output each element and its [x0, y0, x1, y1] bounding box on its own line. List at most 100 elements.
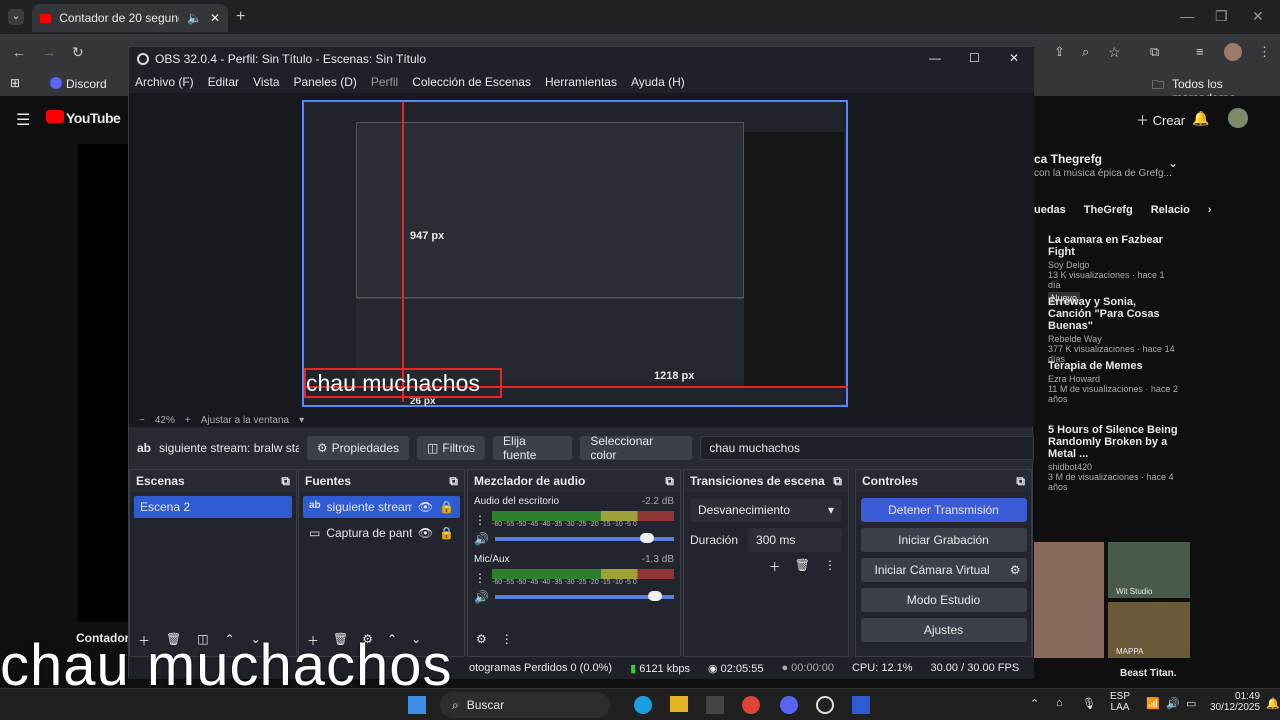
- zoom-out-button[interactable]: −: [139, 415, 145, 426]
- create-button[interactable]: ＋ Crear: [1136, 110, 1185, 129]
- chip[interactable]: TheGrefg: [1084, 204, 1133, 216]
- apps-icon[interactable]: ⊞: [10, 76, 20, 90]
- list-item[interactable]: Erreway y Sonia, Canción "Para Cosas Bue…: [1048, 296, 1178, 364]
- preview-canvas[interactable]: 947 px 1218 px 26 px chau muchachos: [302, 100, 848, 407]
- menu-archivo[interactable]: Archivo (F): [135, 75, 194, 89]
- chip[interactable]: uedas: [1034, 204, 1066, 216]
- tab-search-icon[interactable]: ⌄: [8, 9, 24, 25]
- studio-mode-button[interactable]: Modo Estudio: [860, 588, 1027, 612]
- dock-popout-icon[interactable]: ⧉: [833, 474, 842, 489]
- volume-slider[interactable]: [494, 533, 674, 543]
- zoom-in-button[interactable]: +: [185, 415, 191, 426]
- settings-button[interactable]: Ajustes: [860, 618, 1027, 642]
- eye-icon[interactable]: 👁: [418, 500, 433, 514]
- reload-icon[interactable]: ↻: [72, 44, 84, 61]
- taskbar-search[interactable]: ⌕ Buscar: [440, 692, 610, 718]
- pick-color-button[interactable]: Seleccionar color: [580, 434, 693, 462]
- list-item[interactable]: Terapia de Memes Ezra Howard 11 M de vis…: [1048, 360, 1178, 404]
- back-icon[interactable]: ←: [12, 44, 26, 60]
- chevron-right-icon[interactable]: ›: [1208, 204, 1212, 216]
- short-thumbnail[interactable]: Wit Studio: [1108, 542, 1190, 598]
- gear-icon[interactable]: ⚙: [1010, 563, 1021, 577]
- menu-dots-icon[interactable]: ⋮: [824, 558, 836, 575]
- store-icon[interactable]: [706, 696, 724, 714]
- close-icon[interactable]: ✕: [1009, 51, 1019, 65]
- minimize-icon[interactable]: —: [1180, 8, 1194, 24]
- edge-icon[interactable]: [634, 696, 652, 714]
- chrome-icon[interactable]: [742, 696, 760, 714]
- dock-popout-icon[interactable]: ⧉: [449, 474, 458, 489]
- network-icon[interactable]: ⌂: [1056, 697, 1063, 709]
- mute-icon[interactable]: 🔈: [187, 11, 202, 25]
- obs-icon[interactable]: [816, 696, 834, 714]
- lock-icon[interactable]: 🔒: [439, 500, 454, 514]
- bookmark-discord[interactable]: Discord: [66, 77, 107, 91]
- account-avatar[interactable]: [1228, 108, 1248, 128]
- menu-coleccion[interactable]: Colección de Escenas: [412, 75, 531, 89]
- notification-icon[interactable]: 🔔: [1266, 697, 1280, 710]
- new-tab-button[interactable]: +: [236, 8, 245, 26]
- volume-icon[interactable]: 🔊: [1166, 697, 1180, 710]
- eye-icon[interactable]: 👁: [418, 526, 433, 540]
- file-explorer-icon[interactable]: [670, 696, 688, 712]
- trash-icon[interactable]: 🗑: [795, 558, 810, 575]
- star-icon[interactable]: ☆: [1108, 44, 1121, 61]
- transition-select[interactable]: Desvanecimiento ▾: [690, 498, 842, 522]
- extensions-icon[interactable]: ⧉: [1150, 44, 1159, 60]
- duration-input[interactable]: 300 ms: [748, 528, 842, 552]
- menu-herramientas[interactable]: Herramientas: [545, 75, 617, 89]
- menu-dots-icon[interactable]: ⋮: [1258, 44, 1271, 60]
- close-icon[interactable]: ✕: [1252, 8, 1264, 25]
- discord-icon[interactable]: [780, 696, 798, 714]
- hamburger-icon[interactable]: ☰: [16, 110, 30, 130]
- forward-icon[interactable]: →: [42, 44, 56, 60]
- menu-ayuda[interactable]: Ayuda (H): [631, 75, 685, 89]
- gear-icon[interactable]: ⚙: [476, 632, 487, 646]
- chip[interactable]: Relacio: [1151, 204, 1190, 216]
- filters-button[interactable]: ◫ Filtros: [417, 436, 486, 460]
- properties-button[interactable]: ⚙ Propiedades: [306, 436, 410, 460]
- add-icon[interactable]: ＋: [769, 558, 781, 575]
- notifications-icon[interactable]: 🔔: [1192, 110, 1209, 127]
- app-icon[interactable]: [852, 696, 870, 714]
- browser-tab[interactable]: Contador de 20 segundos c 🔈 ✕: [32, 4, 228, 32]
- maximize-icon[interactable]: ☐: [969, 51, 980, 65]
- menu-dots-icon[interactable]: ⋮: [474, 513, 486, 527]
- language-indicator[interactable]: ESP LAA: [1110, 691, 1130, 713]
- expand-icon[interactable]: ⌄: [1168, 156, 1178, 170]
- start-recording-button[interactable]: Iniciar Grabación: [860, 528, 1027, 552]
- text-source-selection[interactable]: chau muchachos: [304, 368, 502, 398]
- tab-close-icon[interactable]: ✕: [210, 11, 220, 25]
- source-item[interactable]: ▭ Captura de panta 👁 🔒: [303, 522, 460, 544]
- menu-paneles[interactable]: Paneles (D): [294, 75, 357, 89]
- scene-item[interactable]: Escena 2: [134, 496, 292, 518]
- slider-handle[interactable]: [648, 591, 662, 601]
- windows-start-icon[interactable]: [408, 696, 426, 714]
- fit-window-button[interactable]: Ajustar a la ventana: [201, 415, 289, 426]
- list-item[interactable]: 5 Hours of Silence Being Randomly Broken…: [1048, 424, 1178, 492]
- video-player[interactable]: [78, 144, 128, 622]
- wifi-icon[interactable]: 📶: [1146, 697, 1160, 710]
- minimize-icon[interactable]: —: [929, 51, 941, 65]
- dock-popout-icon[interactable]: ⧉: [281, 474, 290, 489]
- chevron-up-icon[interactable]: ⌃: [1030, 697, 1039, 710]
- install-icon[interactable]: ⇪: [1054, 44, 1065, 60]
- zoom-icon[interactable]: ⌕: [1082, 44, 1089, 60]
- menu-editar[interactable]: Editar: [208, 75, 239, 89]
- speaker-icon[interactable]: 🔊: [474, 532, 489, 546]
- text-input[interactable]: chau muchachos: [700, 436, 1034, 460]
- dock-popout-icon[interactable]: ⧉: [1016, 474, 1025, 489]
- clock[interactable]: 01:49 30/12/2025: [1210, 691, 1260, 713]
- short-thumbnail[interactable]: MAPPA: [1108, 602, 1190, 658]
- short-thumbnail[interactable]: [1034, 542, 1104, 658]
- slider-handle[interactable]: [640, 533, 654, 543]
- media-icon[interactable]: ≡: [1196, 44, 1204, 59]
- pick-font-button[interactable]: Elija fuente: [493, 434, 573, 462]
- virtual-camera-button[interactable]: Iniciar Cámara Virtual ⚙: [860, 558, 1027, 582]
- youtube-logo[interactable]: YouTube: [66, 110, 121, 126]
- menu-perfil[interactable]: Perfil: [371, 75, 398, 89]
- battery-icon[interactable]: ▭: [1186, 697, 1196, 710]
- speaker-icon[interactable]: 🔊: [474, 590, 489, 604]
- lock-icon[interactable]: 🔒: [439, 526, 454, 540]
- menu-vista[interactable]: Vista: [253, 75, 279, 89]
